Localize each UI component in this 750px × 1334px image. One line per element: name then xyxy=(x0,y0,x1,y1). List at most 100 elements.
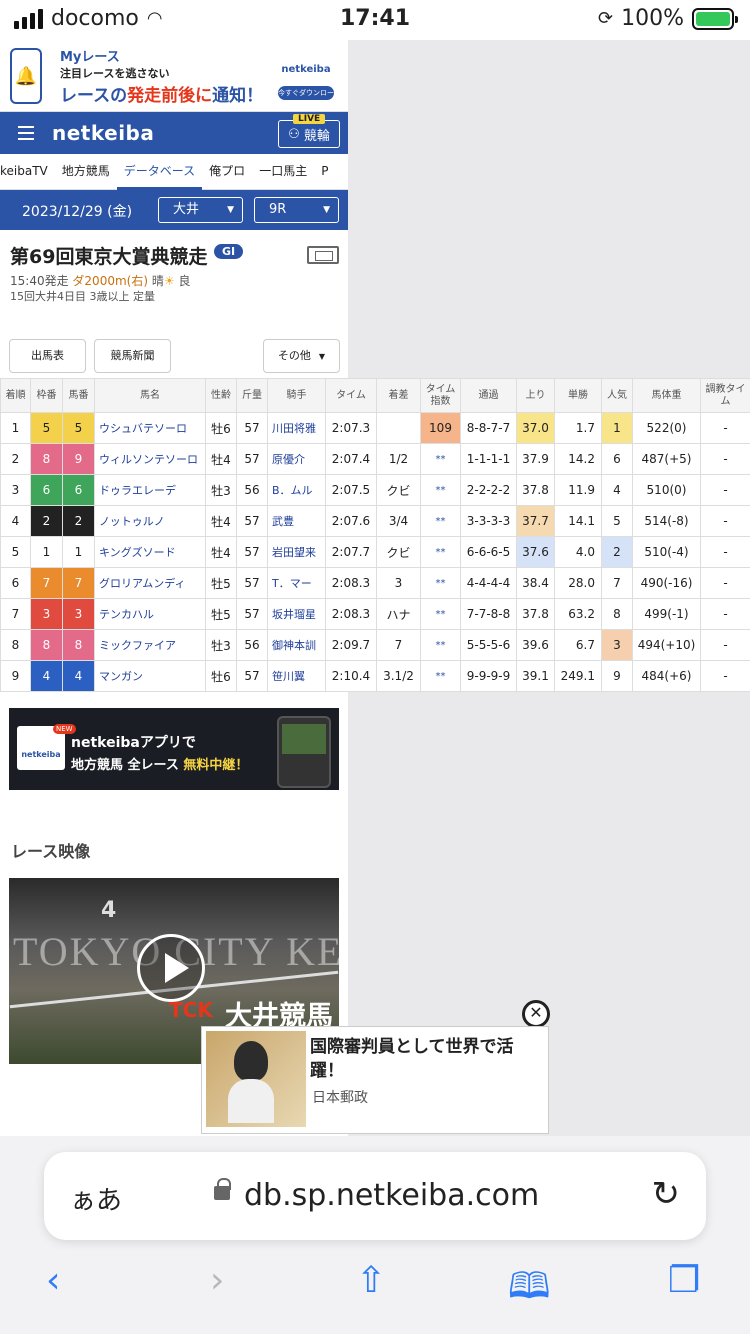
orientation-lock-icon: ⟳ xyxy=(598,8,614,29)
jockey-link[interactable]: 岩田望来 xyxy=(267,536,326,568)
last3f-cell: 37.9 xyxy=(516,443,555,475)
jockey-link[interactable]: 武豊 xyxy=(267,505,326,537)
horse-name-link[interactable]: マンガン xyxy=(94,660,206,692)
training-time-cell: - xyxy=(700,567,750,599)
play-icon[interactable] xyxy=(137,934,205,1002)
venue-select[interactable]: 大井 ▼ xyxy=(158,197,243,223)
close-icon[interactable]: ✕ xyxy=(522,1000,550,1028)
jockey-link[interactable]: 御神本訓 xyxy=(267,629,326,661)
popularity-cell: 6 xyxy=(601,443,633,475)
weight-cell: 56 xyxy=(236,474,268,506)
tab-more[interactable]: P xyxy=(314,154,335,190)
banner-headline: レースの発走前後に通知！ xyxy=(60,86,264,106)
horse-name-link[interactable]: ウシュバテソーロ xyxy=(94,412,206,444)
jockey-link[interactable]: B．ムル xyxy=(267,474,326,506)
finish-cell: 6 xyxy=(0,567,31,599)
menu-icon[interactable] xyxy=(18,126,34,140)
column-header: 着差 xyxy=(376,378,421,413)
race-number-select[interactable]: 9R ▼ xyxy=(254,197,339,223)
last3f-cell: 37.0 xyxy=(516,412,555,444)
tab-database[interactable]: データベース xyxy=(116,154,203,190)
horse-name-link[interactable]: ノットゥルノ xyxy=(94,505,206,537)
jockey-link[interactable]: T．マー xyxy=(267,567,326,599)
newspaper-button[interactable]: 競馬新聞 xyxy=(94,339,171,373)
time-cell: 2:07.5 xyxy=(325,474,377,506)
horse-name-link[interactable]: ミックファイア xyxy=(94,629,206,661)
finish-cell: 1 xyxy=(0,412,31,444)
passing-cell: 9-9-9-9 xyxy=(460,660,517,692)
results-table: 着順 枠番 馬番 馬名 性齢 斤量 騎手 タイム 着差 タイム指数 通過 上り 単勝 人気 馬体重 調教タイム… xyxy=(0,378,750,692)
horse-name-link[interactable]: ウィルソンテソーロ xyxy=(94,443,206,475)
banner-subtitle: 注目レースを逃さない xyxy=(60,67,170,80)
body-weight-cell: 510(0) xyxy=(632,474,701,506)
last3f-cell: 38.4 xyxy=(516,567,555,599)
tab-chihou[interactable]: 地方競馬 xyxy=(55,154,117,190)
jockey-link[interactable]: 川田将雅 xyxy=(267,412,326,444)
odds-cell: 28.0 xyxy=(554,567,602,599)
keirin-live-button[interactable]: LIVE ⚇ 競輪 xyxy=(278,114,340,148)
jockey-link[interactable]: 坂井瑠星 xyxy=(267,598,326,630)
table-row: 4 2 2 ノットゥルノ 牡4 57 武豊 2:07.6 3/4 ** 3-3-3-3 37.7 14.… xyxy=(0,505,750,537)
time-index-cell: 109 xyxy=(420,412,461,444)
sex-age-cell: 牡4 xyxy=(205,505,237,537)
tabs-icon[interactable]: ❐ xyxy=(668,1260,700,1301)
status-right: ⟳ 100% xyxy=(598,6,738,31)
site-logo[interactable]: netkeiba xyxy=(52,121,154,145)
column-header: タイム指数 xyxy=(420,378,461,413)
training-time-cell: - xyxy=(700,536,750,568)
share-icon[interactable]: ⇧ xyxy=(356,1260,386,1301)
reload-icon[interactable]: ↻ xyxy=(652,1174,681,1214)
table-row: 7 3 3 テンカハル 牡5 57 坂井瑠星 2:08.3 ハナ ** 7-7-8-8 37.8 63.… xyxy=(0,598,750,630)
training-time-cell: - xyxy=(700,443,750,475)
margin-cell: 1/2 xyxy=(376,443,421,475)
bell-icon: 🔔 xyxy=(10,48,42,104)
column-header: 調教タイム xyxy=(700,378,750,413)
time-cell: 2:09.7 xyxy=(325,629,377,661)
body-weight-cell: 499(-1) xyxy=(632,598,701,630)
weight-cell: 57 xyxy=(236,536,268,568)
video-icon[interactable] xyxy=(307,246,339,264)
column-header: 斤量 xyxy=(236,378,268,413)
race-title: 第69回東京大賞典競走 xyxy=(10,246,208,268)
tab-keibatv[interactable]: keibaTV xyxy=(0,154,55,190)
back-icon[interactable]: ‹ xyxy=(46,1260,60,1301)
horse-name-link[interactable]: グロリアムンディ xyxy=(94,567,206,599)
weight-cell: 56 xyxy=(236,629,268,661)
sex-age-cell: 牡5 xyxy=(205,598,237,630)
app-promo-banner[interactable]: netkeiba NEW netkeibaアプリで 地方競馬 全レース 無料中継… xyxy=(9,708,339,790)
time-index-cell: ** xyxy=(420,629,461,661)
tab-orepro[interactable]: 俺プロ xyxy=(202,154,252,190)
weight-cell: 57 xyxy=(236,598,268,630)
popularity-cell: 7 xyxy=(601,567,633,599)
forward-icon[interactable]: › xyxy=(210,1260,224,1301)
column-header: タイム xyxy=(325,378,377,413)
sun-icon: ☀ xyxy=(163,274,175,288)
gate-number: 4 xyxy=(101,898,117,923)
time-index-cell: ** xyxy=(420,505,461,537)
jockey-link[interactable]: 原優介 xyxy=(267,443,326,475)
jockey-link[interactable]: 笹川翼 xyxy=(267,660,326,692)
tab-hitokuchi[interactable]: 一口馬主 xyxy=(252,154,314,190)
lock-icon xyxy=(214,1178,231,1200)
horse-name-link[interactable]: ドゥラエレーデ xyxy=(94,474,206,506)
odds-cell: 14.2 xyxy=(554,443,602,475)
address-bar[interactable]: ぁあ db.sp.netkeiba.com ↻ xyxy=(44,1152,706,1240)
weight-cell: 57 xyxy=(236,660,268,692)
other-dropdown[interactable]: その他 ▼ xyxy=(263,339,340,373)
weight-cell: 57 xyxy=(236,567,268,599)
margin-cell: 3 xyxy=(376,567,421,599)
popularity-cell: 2 xyxy=(601,536,633,568)
body-weight-cell: 510(-4) xyxy=(632,536,701,568)
horse-name-link[interactable]: テンカハル xyxy=(94,598,206,630)
training-time-cell: - xyxy=(700,629,750,661)
sex-age-cell: 牡4 xyxy=(205,443,237,475)
frame-cell: 5 xyxy=(30,412,63,444)
overlay-ad[interactable]: 国際審判員として世界で活躍！ 日本郵政 xyxy=(201,1026,549,1134)
bookmarks-icon[interactable]: 🕮 xyxy=(508,1260,550,1321)
entries-button[interactable]: 出馬表 xyxy=(9,339,86,373)
horse-name-link[interactable]: キングズソード xyxy=(94,536,206,568)
page-settings-button[interactable]: ぁあ xyxy=(70,1180,122,1217)
myrace-banner[interactable]: 🔔 Myレース 注目レースを逃さない レースの発走前後に通知！ netkeiba… xyxy=(0,40,348,112)
url-text[interactable]: db.sp.netkeiba.com xyxy=(244,1178,539,1213)
column-header: 馬番 xyxy=(62,378,95,413)
